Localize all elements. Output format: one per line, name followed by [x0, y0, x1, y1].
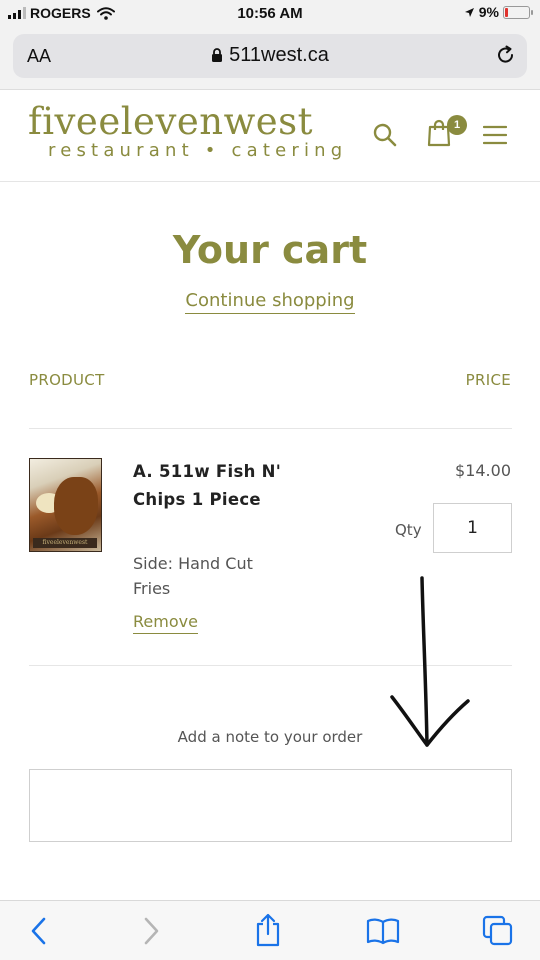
reload-icon[interactable] — [495, 44, 517, 66]
site-header: fiveelevenwest restaurant • catering 1 — [0, 90, 540, 182]
column-header-product: PRODUCT — [29, 371, 105, 389]
thumbnail-brand-label: fiveelevenwest — [33, 538, 97, 548]
item-price: $14.00 — [455, 461, 511, 480]
cart-count-badge: 1 — [447, 115, 467, 135]
remove-wrap: Remove — [133, 612, 198, 634]
lock-icon — [212, 48, 223, 62]
battery-icon — [503, 5, 533, 19]
logo-wordmark: fiveelevenwest — [28, 100, 314, 143]
bookmarks-icon[interactable] — [366, 917, 400, 945]
location-arrow-icon — [464, 7, 474, 17]
remove-item-link[interactable]: Remove — [133, 612, 198, 634]
status-time: 10:56 AM — [237, 5, 303, 22]
divider — [29, 428, 512, 429]
quantity-label: Qty — [395, 521, 422, 539]
status-right: 9% — [464, 4, 533, 20]
browser-url-area: AA 511west.ca — [0, 28, 540, 90]
quantity-input[interactable] — [433, 503, 512, 553]
product-thumbnail[interactable]: fiveelevenwest — [29, 458, 102, 552]
share-icon[interactable] — [254, 913, 282, 947]
forward-icon[interactable] — [140, 915, 162, 947]
column-header-price: PRICE — [465, 371, 511, 389]
browser-toolbar — [0, 900, 540, 960]
battery-percent: 9% — [478, 4, 499, 20]
tabs-icon[interactable] — [482, 915, 514, 947]
product-option: Side: Hand Cut Fries — [133, 554, 253, 598]
continue-shopping-link[interactable]: Continue shopping — [185, 290, 355, 314]
product-name-link[interactable]: A. 511w Fish N' Chips 1 Piece — [133, 458, 293, 513]
order-note-textarea[interactable] — [29, 769, 512, 842]
hamburger-menu-icon[interactable] — [483, 125, 507, 145]
back-icon[interactable] — [28, 915, 50, 947]
site-logo[interactable]: fiveelevenwest restaurant • catering — [28, 100, 347, 161]
url-display[interactable]: 511west.ca — [13, 44, 527, 67]
search-icon[interactable] — [372, 122, 398, 148]
annotation-arrow-icon — [390, 576, 470, 747]
logo-tagline: restaurant • catering — [48, 140, 348, 161]
continue-shopping-wrap: Continue shopping — [0, 290, 540, 314]
url-text: 511west.ca — [229, 44, 329, 66]
url-bar[interactable]: AA 511west.ca — [13, 34, 527, 78]
status-bar: ROGERS 10:56 AM 9% — [0, 0, 540, 28]
page-title: Your cart — [172, 228, 368, 272]
